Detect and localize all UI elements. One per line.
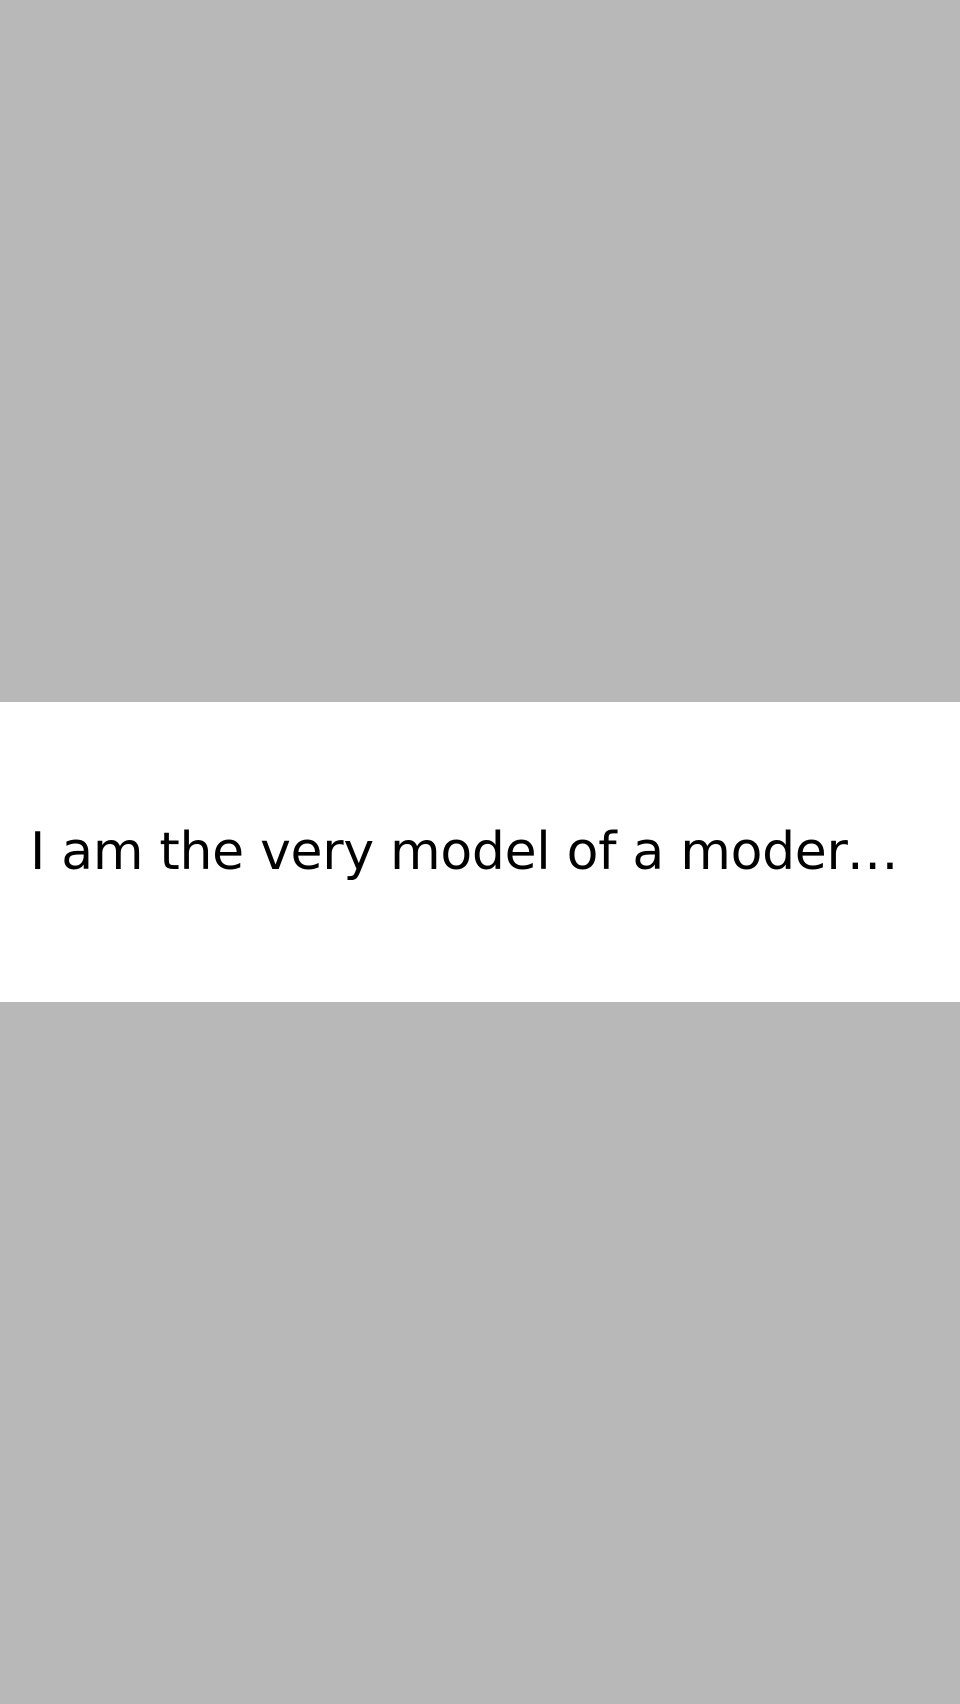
app-screen: I am the very model of a modern ma…	[0, 0, 960, 1704]
list-item[interactable]: I am the very model of a modern ma…	[0, 702, 960, 1002]
bottom-empty-area	[0, 1002, 960, 1704]
row-text: I am the very model of a modern ma…	[30, 822, 900, 882]
top-empty-area	[0, 0, 960, 702]
